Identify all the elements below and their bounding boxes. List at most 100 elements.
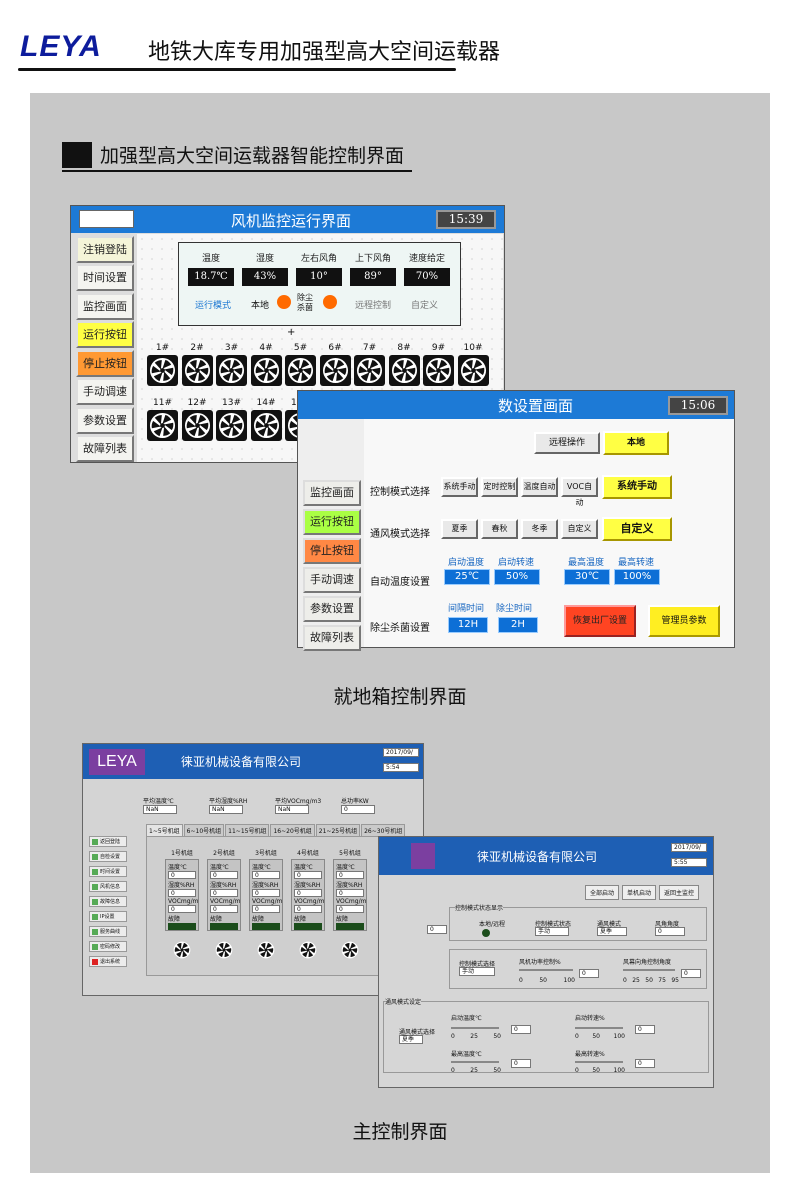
fan-unit: 12# xyxy=(181,398,213,441)
menu-item-5[interactable]: 故障列表 xyxy=(303,625,361,651)
vent-mode-selected[interactable]: 自定义 xyxy=(602,517,672,541)
menu-item-3[interactable]: 手动调速 xyxy=(303,567,361,593)
side-button[interactable]: IP设置 xyxy=(89,911,127,922)
side-button[interactable]: 服务曲线 xyxy=(89,926,127,937)
menu-item-3[interactable]: 运行按钮 xyxy=(76,321,134,348)
side-button[interactable]: 返回登陆 xyxy=(89,836,127,847)
ctrl-option[interactable]: 定时控制 xyxy=(481,477,518,497)
menu-item-7[interactable]: 故障列表 xyxy=(76,435,134,462)
dust-time-input[interactable]: 2H xyxy=(498,617,538,633)
max-temp-value[interactable]: 0 xyxy=(511,1059,531,1068)
angle-value[interactable]: 0 xyxy=(681,969,701,978)
fan-icon[interactable] xyxy=(173,941,191,963)
unit-column: 5号机组 温度℃ 0 湿度%RH 0 VOCmg/m 0 故障 xyxy=(333,848,367,963)
local-button[interactable]: 本地 xyxy=(603,431,669,455)
side-button[interactable]: 自检设置 xyxy=(89,851,127,862)
start-temp-slider[interactable] xyxy=(451,1027,499,1029)
scale-tick: 75 xyxy=(658,977,666,984)
top-button[interactable]: 返回主监控 xyxy=(659,885,700,900)
fan-unit: 13# xyxy=(216,398,247,441)
check-icon xyxy=(92,928,98,935)
angle-slider[interactable] xyxy=(623,969,675,971)
max-speed-value[interactable]: 0 xyxy=(635,1059,655,1068)
top-button[interactable]: 全部启动 xyxy=(585,885,620,900)
side-button[interactable]: 密码修改 xyxy=(89,941,127,952)
fan-icon[interactable] xyxy=(147,410,178,441)
vent-option[interactable]: 夏季 xyxy=(441,519,478,539)
fan-icon[interactable] xyxy=(285,355,316,386)
menu-item-2[interactable]: 停止按钮 xyxy=(303,538,361,564)
side-button-label: 返回登陆 xyxy=(100,839,121,845)
unit-field-value: 0 xyxy=(336,871,364,879)
side-button[interactable]: 故障信息 xyxy=(89,896,127,907)
unit-field-label: VOCmg/m xyxy=(210,898,241,905)
unit-field-label: 温度℃ xyxy=(336,864,355,871)
max-speed-slider[interactable] xyxy=(575,1061,623,1063)
ctrl-option[interactable]: 温度自动 xyxy=(521,477,558,497)
top-button[interactable]: 单机启动 xyxy=(622,885,657,900)
vent-option[interactable]: 冬季 xyxy=(521,519,558,539)
fan-icon[interactable] xyxy=(354,355,385,386)
side-button-label: IP设置 xyxy=(100,914,115,920)
vent-option[interactable]: 自定义 xyxy=(561,519,598,539)
start-speed-value[interactable]: 0 xyxy=(635,1025,655,1034)
scale-tick: 100 xyxy=(563,977,575,984)
fan-icon[interactable] xyxy=(216,355,247,386)
scale-tick: 50 xyxy=(592,1033,600,1040)
fan-icon[interactable] xyxy=(250,410,282,441)
readout-value: 0 xyxy=(341,805,375,814)
ctrl-option[interactable]: VOC自动 xyxy=(561,477,598,507)
readout-value: NaN xyxy=(209,805,243,814)
fan-icon[interactable] xyxy=(181,410,213,441)
remote-op-button[interactable]: 远程操作 xyxy=(534,432,600,454)
fan-icon[interactable] xyxy=(299,941,317,963)
max-speed-input[interactable]: 100% xyxy=(614,569,660,585)
fan-icon[interactable] xyxy=(388,355,420,386)
menu-item-2[interactable]: 监控画面 xyxy=(76,292,134,320)
fan-icon[interactable] xyxy=(250,355,282,386)
unit-field-label: 湿度%RH xyxy=(294,882,321,889)
fan-icon[interactable] xyxy=(457,355,489,386)
side-button[interactable]: 时间设置 xyxy=(89,866,127,877)
start-temp-input[interactable]: 25℃ xyxy=(444,569,490,585)
factory-reset-button[interactable]: 恢复出厂设置 xyxy=(564,605,636,637)
caption-main-control: 主控制界面 xyxy=(352,1121,448,1143)
vent-select-value[interactable]: 夏季 xyxy=(399,1035,423,1044)
start-speed-scale: 0 50 100 xyxy=(575,1033,625,1040)
fan-icon[interactable] xyxy=(423,355,454,386)
side-button[interactable]: 退出系统 xyxy=(89,956,127,967)
ctrl-option[interactable]: 系统手动 xyxy=(441,477,478,497)
start-speed-slider[interactable] xyxy=(575,1027,623,1029)
interval-input[interactable]: 12H xyxy=(448,617,488,633)
status-value: 89° xyxy=(350,268,396,286)
fan-icon[interactable] xyxy=(257,941,275,963)
fan-icon[interactable] xyxy=(181,355,213,386)
start-speed-input[interactable]: 50% xyxy=(494,569,540,585)
fan-icon[interactable] xyxy=(341,941,359,963)
power-value[interactable]: 0 xyxy=(579,969,599,978)
max-temp-input[interactable]: 30℃ xyxy=(564,569,610,585)
menu-item-4[interactable]: 停止按钮 xyxy=(76,349,134,377)
menu-item-0[interactable]: 监控画面 xyxy=(303,480,361,506)
menu-item-0[interactable]: 注销登陆 xyxy=(76,235,134,263)
fan-icon[interactable] xyxy=(147,355,178,386)
menu-item-4[interactable]: 参数设置 xyxy=(303,596,361,622)
power-slider[interactable] xyxy=(519,969,573,971)
fan-icon[interactable] xyxy=(215,941,233,963)
login-box[interactable] xyxy=(79,210,134,228)
fan-icon[interactable] xyxy=(319,355,351,386)
menu-item-5[interactable]: 手动调速 xyxy=(76,378,134,405)
menu-item-1[interactable]: 时间设置 xyxy=(76,264,134,291)
brand-logo: LEYA xyxy=(20,30,102,63)
unit-field-value: 0 xyxy=(168,905,196,913)
fan-icon[interactable] xyxy=(216,410,247,441)
side-button[interactable]: 风机信息 xyxy=(89,881,127,892)
menu-item-1[interactable]: 运行按钮 xyxy=(303,509,361,535)
start-temp-value[interactable]: 0 xyxy=(511,1025,531,1034)
max-temp-slider[interactable] xyxy=(451,1061,499,1063)
ctrl-mode-selected[interactable]: 系统手动 xyxy=(602,475,672,499)
ctrl-select-value[interactable]: 手动 xyxy=(459,967,495,976)
admin-params-button[interactable]: 管理员参数 xyxy=(648,605,720,637)
vent-option[interactable]: 春秋 xyxy=(481,519,518,539)
menu-item-6[interactable]: 参数设置 xyxy=(76,406,134,434)
